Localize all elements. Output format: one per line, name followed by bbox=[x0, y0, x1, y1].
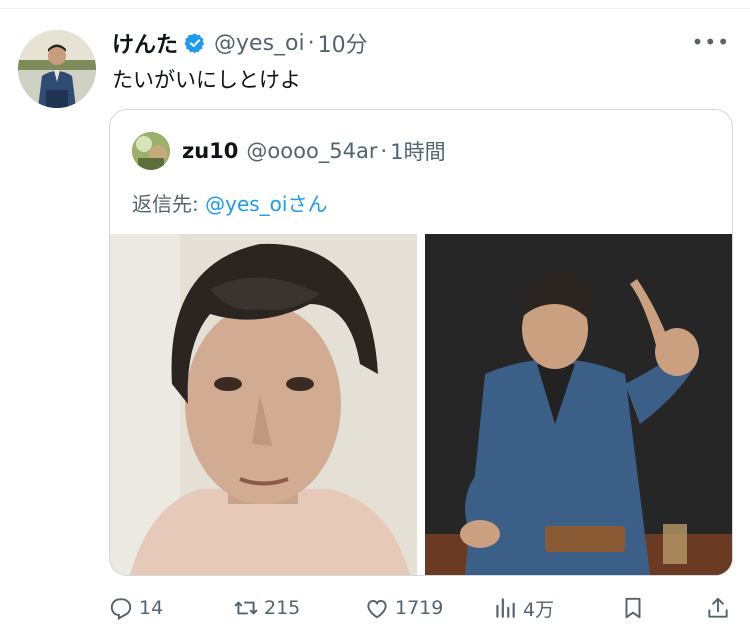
retweet-count: 215 bbox=[264, 597, 301, 619]
author-avatar-image bbox=[18, 30, 96, 108]
tweet-header: けんた @yes_oi · 10分 bbox=[112, 27, 368, 59]
top-divider bbox=[0, 8, 750, 9]
bookmark-button[interactable] bbox=[620, 590, 651, 626]
like-count: 1719 bbox=[395, 597, 444, 619]
author-name[interactable]: けんた bbox=[112, 27, 178, 59]
quoted-tweet-header: zu10 @oooo_54ar · 1時間 bbox=[182, 136, 446, 166]
retweet-icon bbox=[234, 601, 258, 615]
quoted-author-handle[interactable]: @oooo_54ar bbox=[246, 139, 377, 163]
author-avatar[interactable] bbox=[18, 30, 96, 108]
quoted-tweet[interactable]: zu10 @oooo_54ar · 1時間 返信先: @yes_oiさん bbox=[109, 109, 733, 576]
more-options-icon[interactable]: ••• bbox=[692, 30, 730, 54]
tweet-timestamp[interactable]: 10分 bbox=[318, 27, 368, 59]
quoted-media-grid bbox=[110, 234, 732, 575]
author-handle[interactable]: @yes_oi bbox=[214, 31, 305, 56]
views-count: 4万 bbox=[523, 598, 555, 621]
share-icon bbox=[708, 597, 728, 618]
photo-pointing[interactable] bbox=[425, 234, 732, 575]
reply-context: 返信先: @yes_oiさん bbox=[132, 188, 327, 217]
photo-selfie-image bbox=[110, 234, 417, 575]
reply-mention-link[interactable]: @yes_oi bbox=[205, 192, 287, 216]
verified-badge-icon bbox=[184, 33, 205, 54]
quoted-author-name[interactable]: zu10 bbox=[182, 139, 238, 163]
tweet-action-bar: 14 215 1719 4万 bbox=[0, 590, 750, 626]
quoted-avatar-image bbox=[132, 132, 170, 170]
share-button[interactable] bbox=[705, 590, 736, 626]
header-separator: · bbox=[307, 30, 315, 56]
tweet-text: たいがいにしとけよ bbox=[112, 68, 301, 92]
heart-icon bbox=[367, 599, 387, 619]
reply-prefix: 返信先: bbox=[132, 192, 206, 216]
reply-suffix: さん bbox=[287, 192, 328, 216]
quoted-header-separator: · bbox=[380, 139, 388, 163]
photo-pointing-image bbox=[425, 234, 732, 575]
photo-selfie[interactable] bbox=[110, 234, 417, 575]
reply-count: 14 bbox=[139, 597, 164, 619]
views-button[interactable]: 4万 bbox=[492, 590, 554, 626]
reply-button[interactable]: 14 bbox=[108, 590, 163, 626]
like-button[interactable]: 1719 bbox=[364, 590, 443, 626]
retweet-button[interactable]: 215 bbox=[233, 590, 300, 626]
views-chart-icon bbox=[496, 598, 515, 618]
quoted-tweet-timestamp[interactable]: 1時間 bbox=[390, 136, 445, 166]
quoted-author-avatar[interactable] bbox=[132, 132, 170, 170]
reply-icon bbox=[110, 598, 132, 620]
bookmark-icon bbox=[625, 597, 641, 619]
